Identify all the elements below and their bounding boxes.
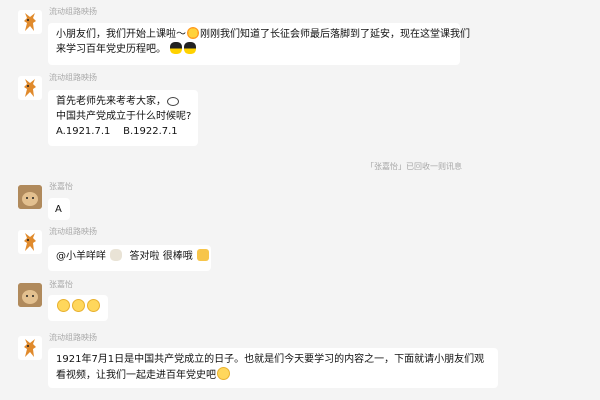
student-avatar[interactable] [18,185,42,209]
sender-name: 流动组路映扬 [49,333,97,342]
message-bubble[interactable]: A [48,198,70,220]
sheep-emoji-icon [110,249,123,261]
smiling-face-emoji-icon [217,367,230,380]
sender-name: 流动组路映扬 [49,227,97,236]
dog-photo-avatar-icon [18,283,42,307]
teacher-avatar[interactable] [18,10,42,34]
dog-photo-avatar-icon [18,185,42,209]
eyes-emoji-icon [167,97,179,106]
smiling-face-emoji-icon [72,299,85,312]
cartoon-deer-avatar-icon [24,79,36,97]
thumbs-up-emoji-icon [196,249,209,261]
cartoon-deer-avatar-icon [24,13,36,31]
sun-emoji-icon [187,27,199,39]
sender-name: 流动组路映扬 [49,73,97,82]
message-bubble[interactable]: 1921年7月1日是中国共产党成立的日子。也就是们今天要学习的内容之一，下面就请… [48,348,498,388]
message-bubble[interactable]: @小羊咩咩 答对啦 很棒哦 [48,245,211,271]
message-bubble[interactable] [48,295,108,321]
teacher-avatar[interactable] [18,336,42,360]
student-avatar[interactable] [18,283,42,307]
sender-name: 张嘉怡 [49,280,73,289]
teacher-avatar[interactable] [18,230,42,254]
message-bubble[interactable]: 首先老师先来考考大家， 中国共产党成立于什么时候呢? A.1921.7.1 B.… [48,90,198,146]
sender-name: 张嘉怡 [49,182,73,191]
sender-name: 流动组路映扬 [49,7,97,16]
penguin-emoji-icon [170,42,183,54]
smiling-face-emoji-icon [57,299,70,312]
message-bubble[interactable]: 小朋友们，我们开始上课啦～ 刚刚我们知道了长征会师最后落脚到了延安，现在这堂课我们… [48,23,470,65]
recall-notice: 「张嘉怡」已回收一则讯息 [366,162,462,171]
cartoon-deer-avatar-icon [24,233,36,251]
cartoon-deer-avatar-icon [24,339,36,357]
teacher-avatar[interactable] [18,76,42,100]
penguin-emoji-icon [184,42,197,54]
smiling-face-emoji-icon [87,299,100,312]
